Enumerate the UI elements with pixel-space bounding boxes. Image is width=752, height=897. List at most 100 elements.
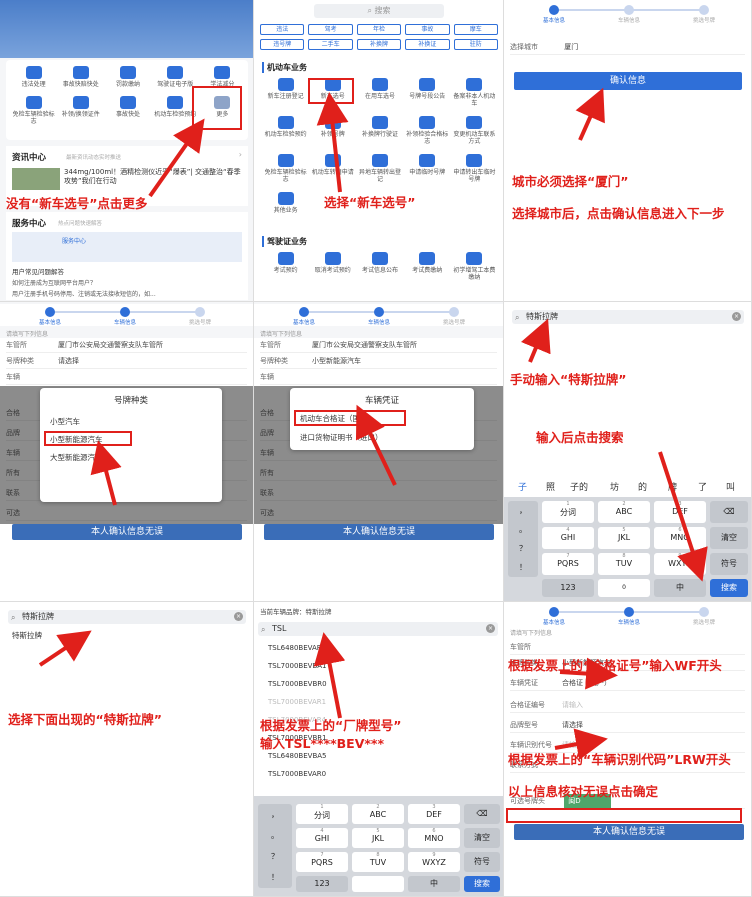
model-item[interactable]: TSL7000BEVBA1 <box>268 662 327 670</box>
grid-item[interactable]: 考试预约 <box>262 252 309 281</box>
clear-key[interactable]: 清空 <box>710 527 748 549</box>
grid-item[interactable]: 考试费缴纳 <box>404 252 451 281</box>
clear-icon[interactable]: × <box>234 612 243 621</box>
model-item[interactable]: TSL6480BEVAR <box>268 644 322 652</box>
space-key[interactable] <box>352 876 404 892</box>
grid-item[interactable]: 变更机动车联系方式 <box>451 116 498 145</box>
backspace-key[interactable]: ⌫ <box>710 501 748 523</box>
grid-item[interactable]: 取消考试预约 <box>309 252 356 281</box>
form-row[interactable]: 车辆 <box>260 370 497 385</box>
grid-item[interactable]: 机动车转籍申请 <box>309 154 356 183</box>
grid-item[interactable]: 异地车辆转出登记 <box>356 154 403 183</box>
form-row[interactable]: 车辆 <box>6 370 247 385</box>
form-row[interactable]: 车管所 <box>510 640 745 655</box>
grid-item[interactable]: 在用车选号 <box>356 78 403 107</box>
number-key[interactable]: 123 <box>542 579 594 597</box>
candidate[interactable]: 牌 <box>668 479 677 497</box>
punctuation-column[interactable]: ，。？！ <box>508 501 538 577</box>
candidate[interactable]: 坊 <box>610 479 619 497</box>
option-small-car[interactable]: 小型汽车 <box>50 416 80 427</box>
model-search-input[interactable]: ⌕ TSL × <box>258 622 498 636</box>
vin-field[interactable]: 车辆识别代号 请输入 <box>510 738 745 753</box>
key[interactable]: 3 DEF <box>408 804 460 824</box>
key[interactable]: 7 PQRS <box>296 852 348 872</box>
news-headline[interactable]: 344mg/100ml！酒精检测仪近乎“爆表”| 交通整治“春季攻势”我们在行动 <box>64 168 242 186</box>
language-key[interactable]: 中 <box>654 579 706 597</box>
grid-item[interactable]: 补换牌行驶证 <box>356 116 403 145</box>
punctuation-column[interactable]: ，。？！ <box>258 804 292 888</box>
brand-search-input[interactable]: ⌕ 特斯拉牌 × <box>8 610 246 624</box>
language-key[interactable]: 中 <box>408 876 460 892</box>
tag-item[interactable]: 补换牌 <box>356 39 402 50</box>
grid-item[interactable]: 罚款缴纳 <box>104 66 151 88</box>
key[interactable]: 4 GHI <box>296 828 348 848</box>
model-item[interactable]: TSL7000BEVBR0 <box>268 680 327 688</box>
grid-item[interactable]: 备案非本人机动车 <box>451 78 498 107</box>
search-input[interactable]: ⌕ 搜索 <box>314 4 444 18</box>
key[interactable]: 6 MNO <box>408 828 460 848</box>
option-large-new-energy[interactable]: 大型新能源汽车 <box>50 452 103 463</box>
candidate[interactable]: 的 <box>638 479 647 497</box>
key[interactable]: 9 WXYZ <box>408 852 460 872</box>
clear-icon[interactable]: × <box>486 624 495 633</box>
grid-item[interactable]: 初学增驾工本费缴纳 <box>451 252 498 281</box>
candidate[interactable]: 叫 <box>726 479 735 497</box>
grid-item[interactable]: 事故快处 <box>104 96 151 125</box>
grid-item[interactable]: 考试信息公布 <box>356 252 403 281</box>
form-row[interactable]: 号牌种类 小型新能源汽车 <box>260 354 497 369</box>
grid-item[interactable]: 事故快赔快处 <box>57 66 104 88</box>
key[interactable]: 2 ABC <box>352 804 404 824</box>
chevron-right-icon[interactable]: › <box>239 150 242 159</box>
key[interactable]: 9 WXYZ <box>654 553 706 575</box>
tag-item[interactable]: 驻防 <box>453 39 498 50</box>
model-item[interactable]: TSL7000BEVAR1 <box>268 698 326 706</box>
grid-item[interactable]: 机动车检验预约 <box>262 116 309 145</box>
key[interactable]: 4 GHI <box>542 527 594 549</box>
key[interactable]: 8 TUV <box>598 553 650 575</box>
certificate-number-field[interactable]: 合格证编号 请输入 <box>510 698 745 713</box>
backspace-key[interactable]: ⌫ <box>464 804 500 824</box>
city-row[interactable]: 选择城市 厦门 <box>510 40 745 55</box>
option-import-certificate[interactable]: 进口货物证明书（进口） <box>300 432 383 443</box>
number-key[interactable]: 123 <box>296 876 348 892</box>
tag-item[interactable]: 补换证 <box>405 39 450 50</box>
search-key[interactable]: 搜索 <box>464 876 500 892</box>
symbol-key[interactable]: 符号 <box>710 553 748 575</box>
tag-item[interactable]: 驾考 <box>308 24 353 35</box>
brand-model-field[interactable]: 品牌型号 请选择 <box>510 718 745 733</box>
tag-item[interactable]: 年检 <box>356 24 402 35</box>
candidate[interactable]: 照 <box>546 479 555 497</box>
grid-item[interactable]: 申请临时号牌 <box>404 154 451 183</box>
form-row[interactable]: 号牌种类 请选择 <box>6 354 247 369</box>
key[interactable]: 5 JKL <box>598 527 650 549</box>
grid-item[interactable]: 补领/换领证件 <box>57 96 104 125</box>
clear-icon[interactable]: × <box>732 312 741 321</box>
grid-item[interactable]: 补领检验合格标志 <box>404 116 451 145</box>
tag-item[interactable]: 二手车 <box>308 39 353 50</box>
key[interactable]: 3 DEF <box>654 501 706 523</box>
grid-item[interactable]: 申请转出车临时号牌 <box>451 154 498 183</box>
key[interactable]: 6 MNO <box>654 527 706 549</box>
faq-item[interactable]: 如何注册成为互联网平台用户？ <box>12 278 96 287</box>
key[interactable]: 1 分词 <box>542 501 594 523</box>
grid-item[interactable]: 驾驶证电子版 <box>152 66 199 88</box>
model-item[interactable]: TSL6480BEVBA5 <box>268 752 327 760</box>
key[interactable]: 2 ABC <box>598 501 650 523</box>
confirm-correct-button[interactable]: 本人确认信息无误 <box>514 824 744 840</box>
candidate[interactable]: 了 <box>698 479 707 497</box>
brand-result-item[interactable]: 特斯拉牌 <box>12 630 42 641</box>
candidate[interactable]: 子的 <box>570 479 588 497</box>
search-key[interactable]: 搜索 <box>710 579 748 597</box>
clear-key[interactable]: 清空 <box>464 828 500 848</box>
confirm-correct-button[interactable]: 本人确认信息无误 <box>12 524 242 540</box>
grid-item[interactable]: 免检车辆检验标志 <box>262 154 309 183</box>
model-item[interactable]: TSL7000BEVAR0 <box>268 770 326 778</box>
key[interactable]: 8 TUV <box>352 852 404 872</box>
grid-item[interactable]: 学法减分 <box>199 66 246 88</box>
grid-item[interactable]: 新车注册登记 <box>262 78 309 107</box>
key[interactable]: 7 PQRS <box>542 553 594 575</box>
form-row[interactable]: 车辆凭证 合格证（国产） <box>510 676 745 691</box>
key[interactable]: 1 分词 <box>296 804 348 824</box>
grid-item[interactable]: 免检车辆检验标志 <box>10 96 57 125</box>
confirm-correct-button[interactable]: 本人确认信息无误 <box>264 524 494 540</box>
